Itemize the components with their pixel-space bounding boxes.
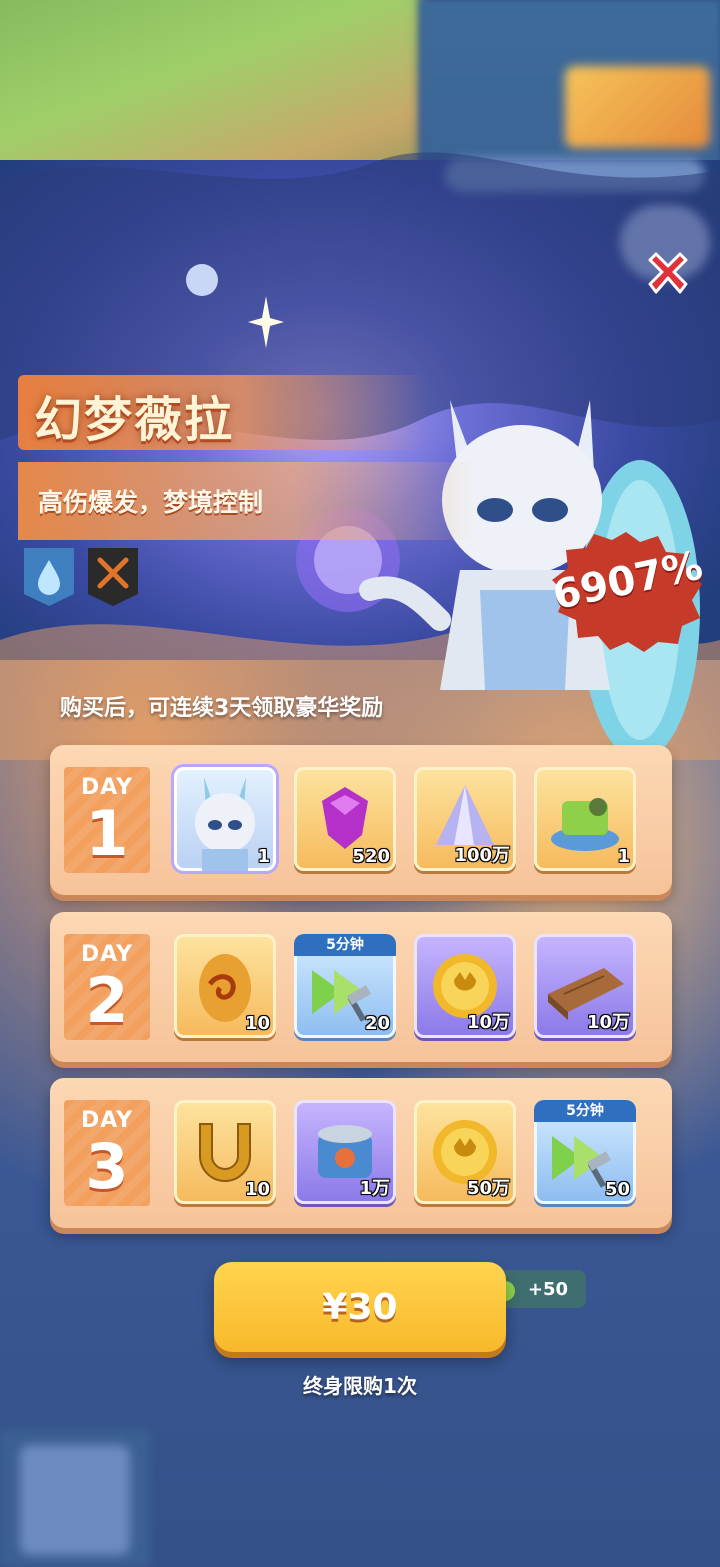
day-number: 1 <box>85 797 129 870</box>
reward-tile[interactable]: 1 <box>534 767 636 871</box>
reward-tile[interactable]: 10万 <box>414 934 516 1038</box>
reward-count: 10万 <box>586 1012 630 1033</box>
close-button[interactable] <box>640 246 696 302</box>
reward-tile[interactable]: 1万 <box>294 1100 396 1204</box>
reward-count: 20 <box>364 1013 390 1034</box>
reward-tile[interactable]: 10万 <box>534 934 636 1038</box>
day-3-row: DAY 3 10 1万 50万 5分钟 50 <box>50 1078 672 1228</box>
reward-tile[interactable]: 50万 <box>414 1100 516 1204</box>
purchase-limit-note: 终身限购1次 <box>303 1374 417 1398</box>
reward-count: 1 <box>617 846 630 867</box>
reward-tile[interactable]: 10 <box>174 1100 276 1204</box>
hero-name: 幻梦薇拉 <box>34 392 235 448</box>
reward-count: 10万 <box>466 1012 510 1033</box>
water-drop-icon <box>24 548 74 606</box>
reward-count: 520 <box>352 846 390 867</box>
reward-count: 1 <box>257 846 270 867</box>
rewards-caption: 购买后，可连续3天领取豪华奖励 <box>60 696 384 721</box>
reward-count: 1万 <box>359 1178 390 1199</box>
reward-count: 50 <box>604 1179 630 1200</box>
day-1-tag: DAY 1 <box>64 767 150 873</box>
reward-tile[interactable]: 1 <box>174 767 276 871</box>
reward-tile[interactable]: 5分钟 50 <box>534 1100 636 1204</box>
bonus-points: +50 <box>527 1278 568 1300</box>
buy-button[interactable]: ¥30 <box>214 1262 506 1352</box>
reward-tile[interactable]: 5分钟 20 <box>294 934 396 1038</box>
buy-price: ¥30 <box>322 1286 398 1328</box>
reward-count: 100万 <box>454 845 510 866</box>
day-number: 2 <box>85 964 129 1037</box>
close-icon <box>648 252 688 294</box>
reward-count: 10 <box>244 1179 270 1200</box>
reward-tile[interactable]: 100万 <box>414 767 516 871</box>
reward-count: 50万 <box>466 1178 510 1199</box>
reward-tile[interactable]: 520 <box>294 767 396 871</box>
crossed-swords-icon <box>88 548 138 606</box>
day-2-row: DAY 2 10 5分钟 20 10万 10万 <box>50 912 672 1062</box>
day-3-tag: DAY 3 <box>64 1100 150 1206</box>
reward-tile[interactable]: 10 <box>174 934 276 1038</box>
day-number: 3 <box>85 1130 129 1203</box>
sparkle-icon <box>248 296 284 348</box>
hero-subtitle: 高伤爆发，梦境控制 <box>38 488 264 517</box>
reward-count: 10 <box>244 1013 270 1034</box>
day-1-row: DAY 1 1 520 100万 1 <box>50 745 672 895</box>
day-2-tag: DAY 2 <box>64 934 150 1040</box>
